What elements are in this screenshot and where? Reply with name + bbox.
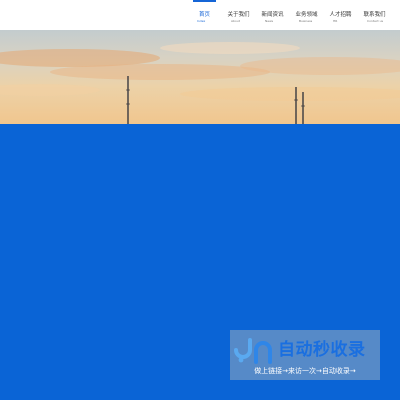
nav-item-news[interactable]: 新闻资讯 News (256, 0, 289, 30)
jn-logo-icon (234, 338, 272, 364)
nav-item-sublabel: News (265, 19, 274, 23)
cloud (180, 87, 400, 101)
nav-item-sublabel: HR (333, 19, 338, 23)
hero-banner-image (0, 30, 400, 124)
nav-item-contact[interactable]: 联系我们 Contact us (358, 0, 391, 30)
cloud (0, 84, 100, 96)
nav-item-sublabel: Contact us (367, 19, 384, 23)
watermark-tagline: 做上链接→来访一次→自动收录→ (254, 367, 356, 375)
nav-item-label: 首页 (198, 12, 210, 18)
cloud (50, 64, 270, 80)
nav-item-label: 业务领域 (295, 12, 318, 18)
nav-item-label: 新闻资讯 (261, 12, 284, 18)
nav-item-label: 联系我们 (363, 12, 386, 18)
nav-item-sublabel: Business (299, 19, 313, 23)
nav-item-hr[interactable]: 人才招聘 HR (324, 0, 357, 30)
nav-item-about[interactable]: 关于我们 About (222, 0, 255, 30)
watermark-title: 自动秒收录 (278, 340, 366, 360)
cloud (160, 42, 300, 54)
nav-item-business[interactable]: 业务领域 Business (290, 0, 323, 30)
nav-item-sublabel: About (231, 19, 240, 23)
nav-item-label: 关于我们 (227, 12, 250, 18)
nav-item-sublabel: Index (197, 19, 206, 23)
nav-item-index[interactable]: 首页 Index (188, 0, 221, 30)
top-navigation-bar: 首页 Index 关于我们 About 新闻资讯 News 业务领域 Busin… (0, 0, 400, 30)
watermark-badge[interactable]: 自动秒收录 做上链接→来访一次→自动收录→ (230, 330, 380, 380)
nav-item-label: 人才招聘 (329, 12, 352, 18)
page: 首页 Index 关于我们 About 新闻资讯 News 业务领域 Busin… (0, 0, 400, 400)
main-nav: 首页 Index 关于我们 About 新闻资讯 News 业务领域 Busin… (188, 0, 392, 30)
